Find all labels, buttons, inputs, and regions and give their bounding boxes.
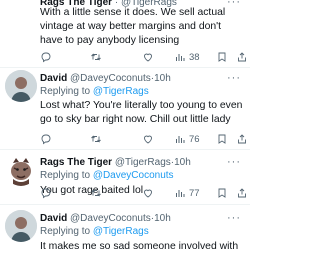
- replying-to-label: Replying to: [40, 170, 91, 181]
- retweet-icon: [91, 189, 101, 197]
- tweet-text: It makes me so sad someone involved with: [40, 241, 239, 252]
- replying-to-label: Replying to: [40, 226, 91, 237]
- timestamp[interactable]: 10h: [174, 157, 191, 168]
- views-button[interactable]: 76: [174, 132, 200, 146]
- like-button[interactable]: [142, 50, 154, 64]
- like-icon: [144, 189, 152, 198]
- bookmark-icon: [218, 52, 226, 62]
- views-icon: [176, 54, 185, 61]
- views-count: 77: [189, 187, 200, 199]
- reply-icon: [41, 134, 51, 145]
- timestamp[interactable]: 10h: [154, 213, 171, 224]
- bookmark-button[interactable]: [216, 50, 228, 64]
- views-count: 76: [189, 133, 200, 145]
- tweet-header: David @DaveyCoconuts·10h ···: [40, 72, 245, 86]
- avatar[interactable]: [5, 70, 37, 102]
- bookmark-button[interactable]: [216, 132, 228, 146]
- like-icon: [144, 135, 152, 144]
- divider: [0, 149, 250, 150]
- retweet-button[interactable]: [90, 132, 102, 146]
- like-button[interactable]: [142, 132, 154, 146]
- bookmark-button[interactable]: [216, 186, 228, 200]
- avatar[interactable]: [5, 210, 37, 242]
- replying-to-handle[interactable]: @TigerRags: [93, 226, 149, 237]
- more-options-icon[interactable]: ···: [227, 211, 241, 225]
- timestamp[interactable]: 10h: [154, 73, 171, 84]
- share-icon: [238, 52, 246, 62]
- views-icon: [176, 190, 185, 197]
- retweet-icon: [91, 53, 101, 61]
- views-button[interactable]: 77: [174, 186, 200, 200]
- views-button[interactable]: 38: [174, 50, 200, 64]
- like-icon: [144, 53, 152, 62]
- tweet-actions: 77: [40, 186, 246, 200]
- share-button[interactable]: [236, 132, 248, 146]
- tweet-actions: 76: [40, 132, 246, 146]
- author-handle[interactable]: @DaveyCoconuts: [70, 73, 151, 84]
- divider: [0, 67, 250, 68]
- more-options-icon[interactable]: ···: [227, 71, 241, 85]
- author-name[interactable]: David: [40, 213, 67, 224]
- avatar[interactable]: [5, 154, 37, 186]
- tweet-text: Lost what? You're literally too young to…: [40, 100, 243, 125]
- reply-icon: [41, 52, 51, 63]
- retweet-button[interactable]: [90, 186, 102, 200]
- views-count: 38: [189, 51, 200, 63]
- tweet-actions: 38: [40, 50, 246, 64]
- reply-button[interactable]: [40, 186, 52, 200]
- replying-to: Replying to @DaveyCoconuts: [40, 169, 174, 182]
- share-button[interactable]: [236, 186, 248, 200]
- retweet-button[interactable]: [90, 50, 102, 64]
- share-icon: [238, 188, 246, 198]
- replying-to: Replying to @TigerRags: [40, 85, 149, 98]
- retweet-icon: [91, 135, 101, 143]
- author-handle[interactable]: @TigerRags: [115, 157, 171, 168]
- more-options-icon[interactable]: ···: [227, 155, 241, 169]
- reply-button[interactable]: [40, 132, 52, 146]
- tweet-header: Rags The Tiger @TigerRags·10h ···: [40, 156, 245, 170]
- replying-to-handle[interactable]: @TigerRags: [93, 86, 149, 97]
- divider: [0, 204, 250, 205]
- replying-to-label: Replying to: [40, 86, 91, 97]
- tweet-header: David @DaveyCoconuts·10h ···: [40, 212, 245, 226]
- views-icon: [176, 136, 185, 143]
- bookmark-icon: [218, 134, 226, 144]
- author-name[interactable]: David: [40, 73, 67, 84]
- like-button[interactable]: [142, 186, 154, 200]
- share-icon: [238, 134, 246, 144]
- author-name[interactable]: Rags The Tiger: [40, 157, 112, 168]
- author-handle[interactable]: @DaveyCoconuts: [70, 213, 151, 224]
- tweet-text: With a little sense it does. We sell act…: [40, 7, 226, 46]
- reply-button[interactable]: [40, 50, 52, 64]
- reply-icon: [41, 188, 51, 199]
- replying-to: Replying to @TigerRags: [40, 225, 149, 238]
- replying-to-handle[interactable]: @DaveyCoconuts: [93, 170, 174, 181]
- bookmark-icon: [218, 188, 226, 198]
- share-button[interactable]: [236, 50, 248, 64]
